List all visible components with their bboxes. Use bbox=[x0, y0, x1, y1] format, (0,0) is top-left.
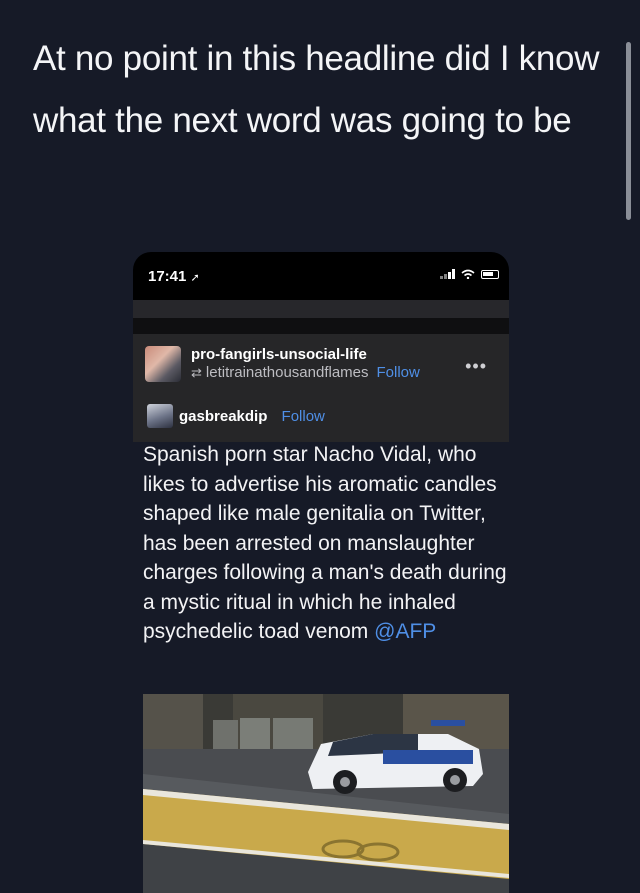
status-icons bbox=[440, 269, 499, 279]
reblog-line: ⇄ letitrainathousandflames Follow bbox=[191, 364, 420, 381]
scrollbar[interactable] bbox=[626, 42, 631, 220]
reblogged-from-username[interactable]: letitrainathousandflames bbox=[206, 364, 369, 381]
post-body: Spanish porn star Nacho Vidal, who likes… bbox=[143, 440, 507, 647]
more-options-icon[interactable]: ••• bbox=[465, 356, 487, 377]
meme-caption: At no point in this headline did I know … bbox=[33, 39, 600, 140]
post-username[interactable]: pro-fangirls-unsocial-life bbox=[191, 346, 367, 363]
post-header: pro-fangirls-unsocial-life ⇄ letitrainat… bbox=[133, 334, 509, 442]
status-time-text: 17:41 bbox=[148, 268, 187, 285]
location-arrow-icon: ➚ bbox=[190, 272, 200, 284]
status-time: 17:41 ➚ bbox=[148, 268, 200, 285]
source-avatar[interactable] bbox=[147, 404, 173, 428]
follow-button[interactable]: Follow bbox=[377, 364, 420, 381]
signal-icon bbox=[440, 269, 455, 279]
source-follow-button[interactable]: Follow bbox=[282, 408, 325, 425]
source-user-line: gasbreakdip Follow bbox=[179, 408, 325, 425]
user-avatar[interactable] bbox=[145, 346, 181, 382]
wifi-icon bbox=[461, 269, 475, 279]
reblog-icon: ⇄ bbox=[191, 364, 202, 380]
post-photo[interactable] bbox=[143, 694, 509, 893]
phone-screenshot: 17:41 ➚ pro-fangirls-unsocial-life ⇄ let… bbox=[133, 252, 509, 893]
app-header-divider bbox=[133, 318, 509, 334]
source-username[interactable]: gasbreakdip bbox=[179, 408, 267, 425]
battery-icon bbox=[481, 269, 499, 279]
status-bar: 17:41 ➚ bbox=[133, 252, 509, 300]
mention-link[interactable]: @AFP bbox=[374, 620, 436, 643]
app-header-band bbox=[133, 300, 509, 318]
post-text: Spanish porn star Nacho Vidal, who likes… bbox=[143, 443, 507, 643]
